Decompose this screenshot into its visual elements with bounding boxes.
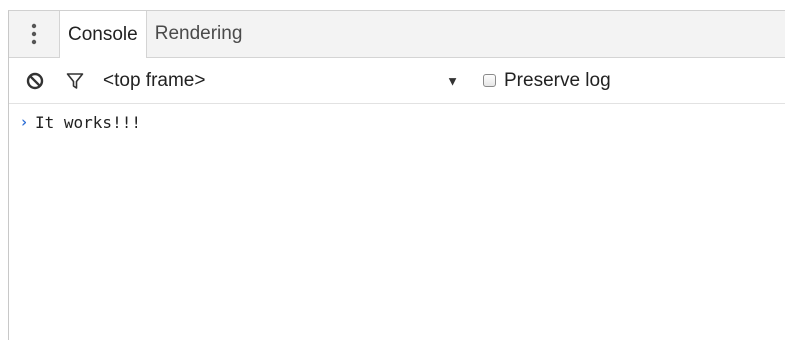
console-output: › It works!!!: [9, 104, 785, 134]
console-message: It works!!!: [35, 112, 141, 132]
preserve-log-toggle[interactable]: Preserve log: [483, 70, 611, 92]
drawer-tabbar: Console Rendering: [9, 11, 785, 58]
console-line: › It works!!!: [9, 110, 785, 134]
devtools-drawer: Console Rendering <top frame> ▼ Preserve…: [8, 10, 785, 340]
console-toolbar: <top frame> ▼ Preserve log: [9, 58, 785, 104]
dropdown-arrow-icon: ▼: [446, 73, 459, 88]
tab-console[interactable]: Console: [59, 11, 147, 58]
more-options-icon[interactable]: [9, 11, 59, 57]
prompt-chevron-icon: ›: [19, 113, 29, 131]
context-select[interactable]: <top frame> ▼: [103, 66, 459, 96]
context-select-value: <top frame>: [103, 69, 206, 91]
clear-console-icon[interactable]: [25, 71, 45, 91]
filter-icon[interactable]: [65, 71, 85, 91]
preserve-log-label: Preserve log: [504, 69, 611, 91]
preserve-log-checkbox[interactable]: [483, 74, 496, 87]
tab-rendering[interactable]: Rendering: [147, 11, 251, 57]
